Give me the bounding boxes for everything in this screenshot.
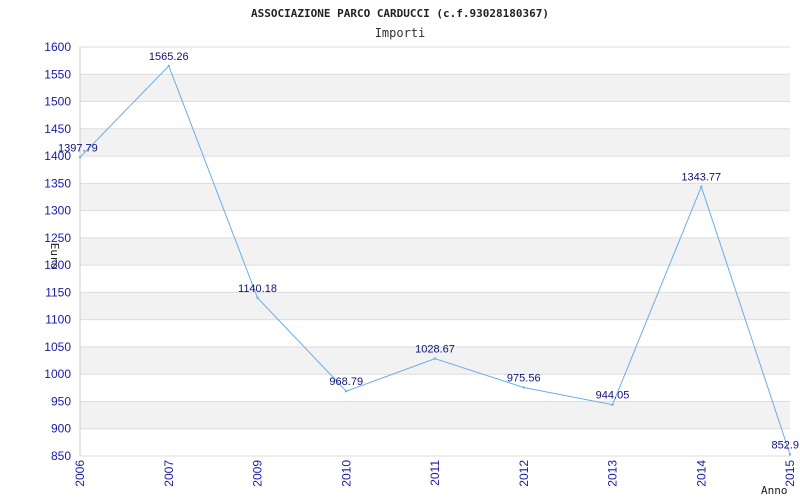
data-point (700, 185, 703, 188)
y-tick-label: 950 (51, 394, 71, 408)
y-tick-label: 1100 (45, 313, 71, 327)
data-label: 1140.18 (238, 283, 277, 295)
data-point (345, 390, 348, 393)
y-tick-label: 1600 (44, 40, 71, 54)
x-tick-label: 2015 (783, 460, 797, 487)
grid-band (80, 292, 790, 320)
background-bands (80, 74, 790, 429)
grid-band (80, 237, 790, 266)
y-tick-label: 900 (51, 422, 71, 436)
data-point (611, 403, 614, 406)
data-point (78, 156, 82, 159)
data-label: 975.56 (507, 373, 541, 385)
y-tick-label: 1550 (44, 67, 71, 81)
grid-band (80, 183, 790, 211)
y-tick-label: 1000 (44, 367, 71, 381)
chart-title: ASSOCIAZIONE PARCO CARDUCCI (c.f.9302818… (251, 7, 549, 20)
data-label: 1343.77 (681, 172, 721, 184)
x-tick-label: 2012 (517, 460, 531, 487)
data-label: 944.05 (596, 390, 630, 402)
data-label: 1565.26 (149, 51, 189, 63)
x-axis-label: Anno (761, 484, 788, 497)
y-tick-label: 1050 (44, 340, 71, 354)
x-tick-label: 2006 (73, 460, 87, 487)
data-label: 1028.67 (415, 344, 455, 356)
grid-band (80, 74, 790, 102)
x-tick-label: 2014 (694, 460, 708, 487)
data-point (167, 64, 170, 68)
x-tick-label: 2009 (251, 460, 265, 487)
chart-subtitle: Importi (375, 26, 426, 40)
x-tick-label: 2013 (606, 460, 620, 487)
grid-band (80, 128, 790, 157)
line-chart: ASSOCIAZIONE PARCO CARDUCCI (c.f.9302818… (44, 7, 799, 497)
x-tick-label: 2011 (428, 460, 442, 486)
y-tick-label: 1300 (44, 204, 71, 218)
x-tick-label: 2007 (162, 460, 176, 487)
y-tick-label: 1350 (44, 176, 71, 190)
y-axis-label: Euro (48, 243, 61, 270)
y-tick-label: 1450 (44, 122, 71, 136)
data-label: 968.79 (329, 376, 363, 388)
data-point (522, 386, 525, 389)
x-tick-label: 2010 (339, 460, 353, 487)
data-point (433, 357, 437, 360)
data-point (788, 453, 792, 456)
data-point (256, 296, 259, 299)
y-tick-label: 1150 (45, 285, 71, 299)
y-tick-label: 850 (51, 449, 71, 463)
x-axis-ticks: 2006 2007 2009 2010 2011 2012 2013 2014 2015 (73, 460, 797, 487)
grid-band (80, 401, 790, 429)
y-tick-label: 1500 (44, 95, 71, 109)
data-label: 1397.79 (58, 142, 98, 154)
data-label: 852.9 (771, 439, 799, 451)
